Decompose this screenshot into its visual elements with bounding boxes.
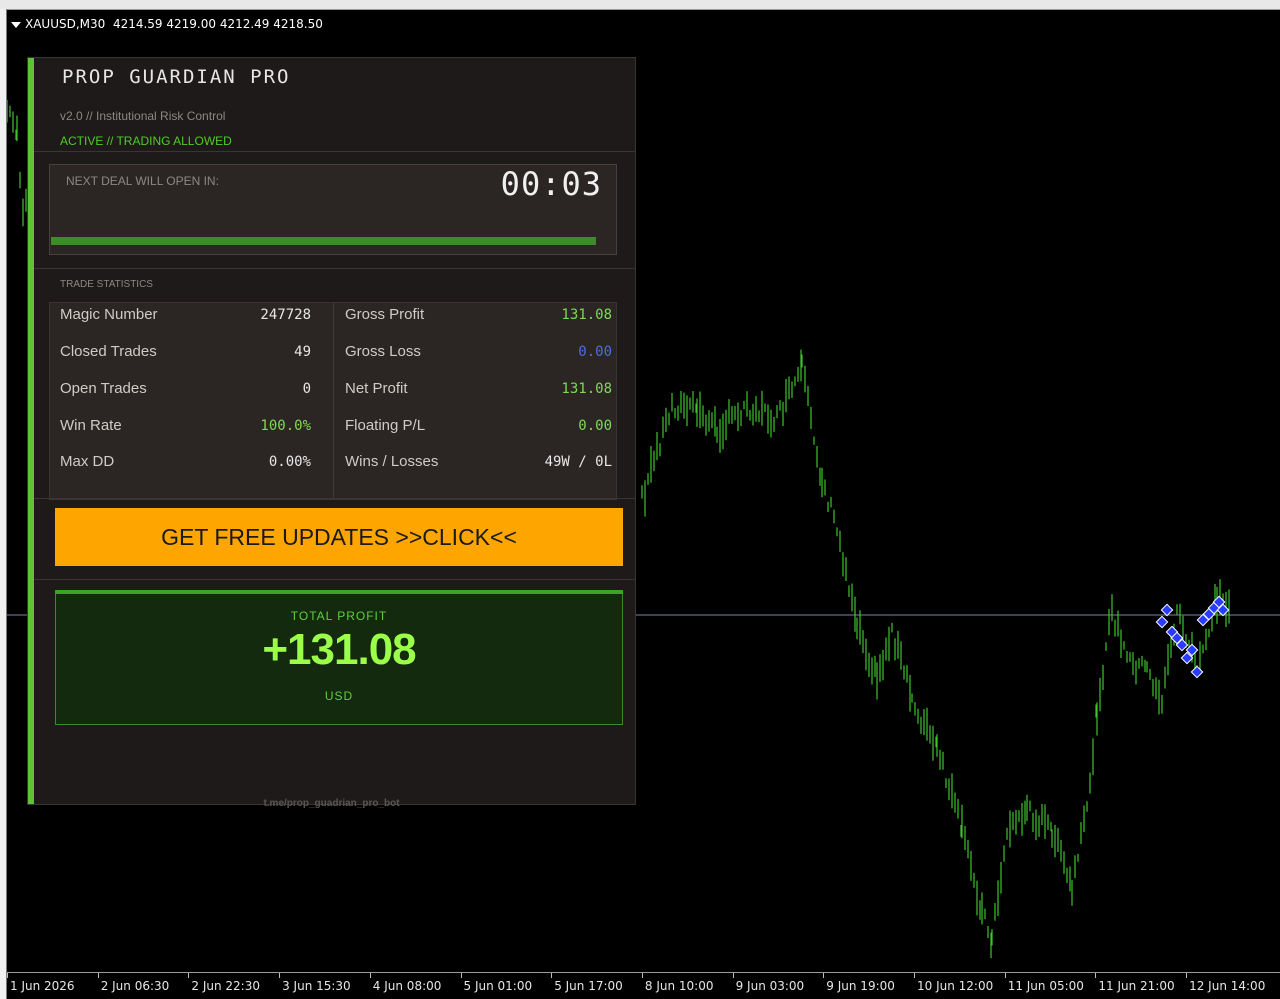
x-axis-tick: [1004, 973, 1006, 978]
x-axis-label: 9 Jun 03:00: [735, 979, 805, 993]
x-axis-label: 1 Jun 2026: [10, 979, 75, 993]
stat-row: Net Profit 131.08: [345, 380, 612, 400]
stats-section-label: TRADE STATISTICS: [60, 279, 153, 290]
total-profit-value: +131.08: [262, 625, 416, 674]
stat-label: Wins / Losses: [345, 453, 439, 470]
stat-value: 100.0%: [260, 418, 311, 434]
stat-label: Max DD: [60, 453, 115, 470]
timer-progress-track: [51, 237, 596, 245]
trade-statistics-table: Magic Number 247728 Closed Trades 49 Ope…: [49, 302, 617, 500]
stat-label: Net Profit: [345, 380, 408, 397]
price-chart-area[interactable]: XAUUSD,M30 4214.59 4219.00 4212.49 4218.…: [7, 10, 1280, 972]
x-axis-tick: [641, 973, 643, 978]
chart-symbol-info: XAUUSD,M30 4214.59 4219.00 4212.49 4218.…: [11, 17, 323, 31]
x-axis-tick: [97, 973, 99, 978]
stat-value: 0.00: [578, 344, 612, 360]
stat-row: Max DD 0.00%: [60, 453, 311, 473]
stat-row: Magic Number 247728: [60, 306, 311, 326]
symbol-label: XAUUSD,M30: [25, 17, 106, 31]
stat-row: Open Trades 0: [60, 380, 311, 400]
x-axis-tick: [823, 973, 825, 978]
time-axis: 1 Jun 2026 2 Jun 06:30 2 Jun 22:30 3 Jun 15…: [7, 972, 1280, 999]
x-axis-label: 3 Jun 15:30: [282, 979, 351, 993]
stat-value: 0.00%: [268, 454, 311, 470]
stat-value: 131.08: [561, 381, 612, 397]
x-axis-tick: [369, 973, 371, 978]
x-axis-tick: [279, 973, 281, 978]
next-deal-timer: NEXT DEAL WILL OPEN IN: 00:03: [49, 164, 617, 255]
x-axis-tick: [732, 973, 734, 978]
x-axis-label: 12 Jun 14:00: [1189, 979, 1266, 993]
x-axis-label: 5 Jun 17:00: [554, 979, 623, 993]
stat-row: Wins / Losses 49W / 0L: [345, 453, 612, 473]
x-axis-tick: [914, 973, 915, 978]
x-axis-tick: [460, 973, 462, 978]
trade-marker-icon: [1190, 665, 1204, 679]
stat-value: 131.08: [561, 307, 612, 323]
get-free-updates-button[interactable]: GET FREE UPDATES >>CLICK<<: [55, 508, 623, 566]
window-left-edge: [0, 9, 7, 999]
x-axis-label: 2 Jun 06:30: [100, 979, 170, 993]
timer-label: NEXT DEAL WILL OPEN IN:: [66, 174, 219, 188]
stat-value: 247728: [260, 307, 311, 323]
stat-label: Magic Number: [60, 306, 158, 323]
x-axis-tick: [1186, 973, 1188, 978]
panel-divider: [34, 498, 636, 499]
trade-marker-icon: [1155, 615, 1169, 629]
ohlc-label: 4214.59 4219.00 4212.49 4218.50: [112, 17, 323, 31]
x-axis-label: 11 Jun 21:00: [1098, 979, 1175, 993]
stat-value: 49W / 0L: [544, 454, 612, 470]
stat-row: Gross Profit 131.08: [345, 306, 612, 326]
panel-divider: [34, 579, 636, 580]
panel-divider: [34, 268, 636, 269]
panel-title: PROP GUARDIAN PRO: [62, 66, 291, 88]
stat-value: 49: [294, 344, 311, 360]
stat-value: 0: [302, 381, 311, 397]
total-profit-label: TOTAL PROFIT: [290, 609, 388, 623]
x-axis-label: 2 Jun 22:30: [191, 979, 260, 993]
x-axis-tick: [1095, 973, 1097, 978]
panel-version: v2.0 // Institutional Risk Control: [60, 109, 226, 123]
window-top-strip: [0, 0, 1280, 10]
stats-column-divider: [333, 303, 334, 499]
stat-row: Floating P/L 0.00: [345, 417, 612, 437]
x-axis-label: 4 Jun 08:00: [372, 979, 442, 993]
panel-footer-link[interactable]: t.me/prop_guadrian_pro_bot: [28, 798, 635, 809]
x-axis-tick: [7, 973, 8, 978]
x-axis-tick: [188, 973, 190, 978]
panel-divider: [34, 151, 636, 152]
x-axis-tick: [551, 973, 553, 978]
timer-progress-fill: [51, 237, 596, 245]
total-profit-currency: USD: [324, 689, 354, 703]
profit-box-topbar: [55, 590, 623, 594]
stat-row: Closed Trades 49: [60, 343, 311, 363]
x-axis-label: 10 Jun 12:00: [917, 979, 994, 993]
trade-marker-icon: [1160, 603, 1174, 617]
stat-label: Open Trades: [60, 380, 147, 397]
stat-label: Gross Loss: [345, 343, 421, 360]
total-profit-box: TOTAL PROFIT +131.08 USD: [55, 590, 623, 725]
prop-guardian-panel: PROP GUARDIAN PRO v2.0 // Institutional …: [27, 57, 636, 809]
stat-label: Gross Profit: [345, 306, 425, 323]
stat-value: 0.00: [578, 418, 612, 434]
timer-value: 00:03: [500, 165, 602, 203]
panel-status: ACTIVE // TRADING ALLOWED: [60, 134, 232, 148]
panel-accent-bar: [28, 58, 34, 804]
x-axis-label: 8 Jun 10:00: [644, 979, 714, 993]
x-axis-label: 9 Jun 19:00: [826, 979, 895, 993]
stat-label: Win Rate: [60, 417, 122, 434]
stat-label: Closed Trades: [60, 343, 157, 360]
x-axis-label: 5 Jun 01:00: [463, 979, 533, 993]
stat-label: Floating P/L: [345, 417, 426, 434]
stat-row: Win Rate 100.0%: [60, 417, 311, 437]
dropdown-triangle-icon[interactable]: [11, 21, 21, 28]
x-axis-label: 11 Jun 05:00: [1007, 979, 1084, 993]
stat-row: Gross Loss 0.00: [345, 343, 612, 363]
